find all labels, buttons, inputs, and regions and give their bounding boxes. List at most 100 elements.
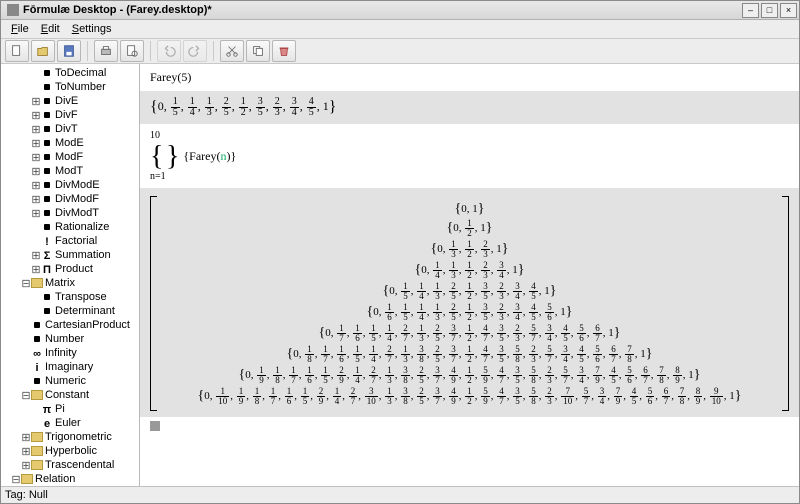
expand-toggle[interactable]: ⊞ bbox=[31, 109, 41, 122]
tree-item-trascendental[interactable]: ⊞ Trascendental bbox=[1, 458, 139, 472]
expand-toggle[interactable]: ⊞ bbox=[31, 207, 41, 220]
expand-toggle[interactable]: ⊟ bbox=[21, 277, 31, 290]
tree-item-imaginary[interactable]: iImaginary bbox=[1, 360, 139, 374]
bullet-icon bbox=[44, 168, 50, 174]
sym-icon: Σ bbox=[41, 250, 53, 260]
titlebar: Fōrmulæ Desktop - (Farey.desktop)* – □ × bbox=[1, 1, 799, 20]
body: ToDecimalToNumber⊞DivE⊞DivF⊞DivT⊞ModE⊞Mo… bbox=[1, 64, 799, 486]
bullet-icon bbox=[44, 210, 50, 216]
tree-item-factorial[interactable]: !Factorial bbox=[1, 234, 139, 248]
input-cell-2[interactable]: 10{ }n=1{Farey(n)} bbox=[140, 124, 799, 188]
new-doc-button[interactable] bbox=[5, 40, 29, 62]
minimize-button[interactable]: – bbox=[742, 3, 759, 18]
expand-toggle[interactable]: ⊞ bbox=[31, 137, 41, 150]
tree-label: Infinity bbox=[45, 347, 77, 359]
tree-label: Summation bbox=[55, 249, 111, 261]
expand-toggle[interactable]: ⊞ bbox=[31, 193, 41, 206]
save-button[interactable] bbox=[57, 40, 81, 62]
tree-label: DivF bbox=[55, 109, 78, 121]
tree-item-transpose[interactable]: Transpose bbox=[1, 290, 139, 304]
tree-label: Relation bbox=[35, 473, 75, 485]
maximize-button[interactable]: □ bbox=[761, 3, 778, 18]
tree-item-divmodf[interactable]: ⊞DivModF bbox=[1, 192, 139, 206]
expand-toggle[interactable]: ⊞ bbox=[21, 431, 31, 444]
tree-item-cartesianproduct[interactable]: CartesianProduct bbox=[1, 318, 139, 332]
tree-item-modt[interactable]: ⊞ ModT bbox=[1, 164, 139, 178]
bullet-icon bbox=[44, 224, 50, 230]
expand-toggle[interactable]: ⊞ bbox=[21, 445, 31, 458]
bullet-icon bbox=[44, 308, 50, 314]
tree-item-determinant[interactable]: Determinant bbox=[1, 304, 139, 318]
expand-toggle[interactable]: ⊞ bbox=[21, 459, 31, 472]
folder-icon bbox=[31, 390, 43, 400]
expand-toggle[interactable]: ⊟ bbox=[21, 389, 31, 402]
menu-file[interactable]: File bbox=[5, 23, 35, 35]
tree-item-rationalize[interactable]: Rationalize bbox=[1, 220, 139, 234]
tree-label: ModF bbox=[55, 151, 83, 163]
tree-item-constant[interactable]: ⊟ Constant bbox=[1, 388, 139, 402]
undo-button[interactable] bbox=[157, 40, 181, 62]
document-area[interactable]: Farey(5){0, 15, 14, 13, 25, 12, 35, 23, … bbox=[140, 64, 799, 486]
expand-toggle[interactable]: ⊞ bbox=[31, 165, 41, 178]
tree-label: Constant bbox=[45, 389, 89, 401]
tree-panel[interactable]: ToDecimalToNumber⊞DivE⊞DivF⊞DivT⊞ModE⊞Mo… bbox=[1, 64, 140, 486]
tree-label: DivT bbox=[55, 123, 78, 135]
tree-item-summation[interactable]: ⊞ΣSummation bbox=[1, 248, 139, 262]
expand-toggle[interactable]: ⊞ bbox=[31, 95, 41, 108]
expand-toggle[interactable]: ⊞ bbox=[31, 123, 41, 136]
bullet-icon bbox=[44, 294, 50, 300]
tree-item-numeric[interactable]: Numeric bbox=[1, 374, 139, 388]
close-button[interactable]: × bbox=[780, 3, 797, 18]
expand-toggle[interactable]: ⊞ bbox=[31, 179, 41, 192]
tree-item-mode[interactable]: ⊞ModE bbox=[1, 136, 139, 150]
sym-icon: ! bbox=[41, 236, 53, 246]
tree-label: Trigonometric bbox=[45, 431, 112, 443]
tree-item-divmodt[interactable]: ⊞DivModT bbox=[1, 206, 139, 220]
tree-item-pi[interactable]: πPi bbox=[1, 402, 139, 416]
tree-item-modf[interactable]: ⊞ ModF bbox=[1, 150, 139, 164]
tree-item-dive[interactable]: ⊞DivE bbox=[1, 94, 139, 108]
tree-label: Trascendental bbox=[45, 459, 114, 471]
status-text: Tag: Null bbox=[5, 489, 48, 501]
tree-item-number[interactable]: Number bbox=[1, 332, 139, 346]
content-panel: Farey(5){0, 15, 14, 13, 25, 12, 35, 23, … bbox=[140, 64, 799, 486]
redo-button[interactable] bbox=[183, 40, 207, 62]
folder-icon bbox=[31, 446, 43, 456]
tree-item-relation[interactable]: ⊟ Relation bbox=[1, 472, 139, 486]
tree-label: Numeric bbox=[45, 375, 86, 387]
tree-item-tonumber[interactable]: ToNumber bbox=[1, 80, 139, 94]
tree-item-matrix[interactable]: ⊟ Matrix bbox=[1, 276, 139, 290]
tree-label: Number bbox=[45, 333, 84, 345]
tree-item-trigonometric[interactable]: ⊞ Trigonometric bbox=[1, 430, 139, 444]
expand-toggle[interactable]: ⊞ bbox=[31, 249, 41, 262]
tree-label: ModT bbox=[55, 165, 83, 177]
sym-icon: ∞ bbox=[31, 348, 43, 358]
tree-item-divmode[interactable]: ⊞DivModE bbox=[1, 178, 139, 192]
tree-label: ToNumber bbox=[55, 81, 106, 93]
bullet-icon bbox=[44, 154, 50, 160]
tree-label: ToDecimal bbox=[55, 67, 106, 79]
expand-toggle[interactable]: ⊞ bbox=[31, 151, 41, 164]
tree-item-product[interactable]: ⊞ΠProduct bbox=[1, 262, 139, 276]
tree-item-euler[interactable]: eEuler bbox=[1, 416, 139, 430]
copy-button[interactable] bbox=[246, 40, 270, 62]
tree-item-divt[interactable]: ⊞ DivT bbox=[1, 122, 139, 136]
expand-toggle[interactable]: ⊟ bbox=[11, 473, 21, 486]
cut-button[interactable] bbox=[220, 40, 244, 62]
open-button[interactable] bbox=[31, 40, 55, 62]
print-preview-button[interactable] bbox=[120, 40, 144, 62]
input-cell-1[interactable]: Farey(5) bbox=[140, 64, 799, 91]
expand-toggle[interactable]: ⊞ bbox=[31, 263, 41, 276]
tree-item-hyperbolic[interactable]: ⊞Hyperbolic bbox=[1, 444, 139, 458]
folder-icon bbox=[31, 460, 43, 470]
tree-item-todecimal[interactable]: ToDecimal bbox=[1, 66, 139, 80]
delete-button[interactable] bbox=[272, 40, 296, 62]
print-button[interactable] bbox=[94, 40, 118, 62]
menubar: File Edit Settings bbox=[1, 20, 799, 39]
bullet-icon bbox=[44, 84, 50, 90]
menu-edit[interactable]: Edit bbox=[35, 23, 66, 35]
tree-item-divf[interactable]: ⊞ DivF bbox=[1, 108, 139, 122]
tree-item-infinity[interactable]: ∞Infinity bbox=[1, 346, 139, 360]
tree-label: Matrix bbox=[45, 277, 75, 289]
menu-settings[interactable]: Settings bbox=[66, 23, 118, 35]
